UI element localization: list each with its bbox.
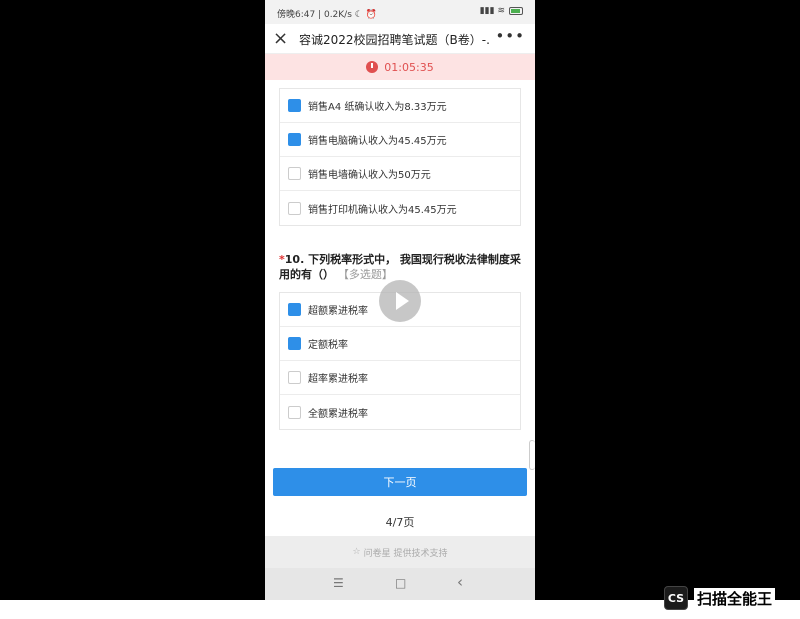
option-item[interactable]: 销售电脑确认收入为45.45万元 <box>280 123 520 157</box>
checkbox[interactable] <box>288 167 301 180</box>
option-item[interactable]: 销售A4 纸确认收入为8.33万元 <box>280 89 520 123</box>
checkbox[interactable] <box>288 371 301 384</box>
page-title: 容诚2022校园招聘笔试题（B卷）-... <box>299 33 489 47</box>
question-title: *10. 下列税率形式中， 我国现行税收法律制度采用的有（） 【多选题】 <box>279 252 525 282</box>
battery-icon <box>509 7 523 15</box>
star-icon: ☆ <box>352 547 361 557</box>
option-item[interactable]: 全额累进税率 <box>280 395 520 429</box>
question-text: 10. 下列税率形式中， 我国现行税收法律制度采用的有（） <box>279 253 521 281</box>
camscanner-logo-icon: CS <box>664 586 688 610</box>
status-icons: ▮▮▮ ≋ <box>480 6 523 16</box>
close-icon[interactable]: × <box>273 28 288 50</box>
countdown-timer: 01:05:35 <box>265 54 535 80</box>
option-label: 销售电墙确认收入为50万元 <box>308 170 431 181</box>
status-bar: 傍晚6:47 | 0.2K/s ☾ ⏰ ▮▮▮ ≋ <box>265 0 535 24</box>
title-bar: × 容诚2022校园招聘笔试题（B卷）-... ••• <box>265 24 535 54</box>
watermark-text: 扫描全能王 <box>694 587 776 609</box>
option-label: 销售电脑确认收入为45.45万元 <box>308 136 447 147</box>
page-counter: 4/7页 <box>385 516 415 529</box>
option-label: 销售A4 纸确认收入为8.33万元 <box>308 102 447 113</box>
timer-icon <box>366 61 379 73</box>
question-type-tag: 【多选题】 <box>337 268 393 281</box>
play-icon[interactable] <box>379 280 421 322</box>
checkbox[interactable] <box>288 405 301 419</box>
system-nav-bar: ☰ □ ‹ <box>265 568 535 600</box>
checkbox-checked[interactable] <box>288 133 301 146</box>
footer: ☆ 问卷星 提供技术支持 <box>265 536 535 568</box>
option-item[interactable]: 定额税率 <box>280 327 520 361</box>
more-options-icon[interactable]: ••• <box>495 27 525 45</box>
option-item[interactable]: 超率累进税率 <box>280 361 520 395</box>
option-label: 超额累进税率 <box>308 306 368 317</box>
footer-text: 问卷星 提供技术支持 <box>363 548 448 559</box>
option-label: 定额税率 <box>308 340 348 351</box>
menu-icon[interactable]: ☰ <box>333 576 344 590</box>
checkbox-checked[interactable] <box>288 99 301 112</box>
checkbox-checked[interactable] <box>288 337 301 350</box>
next-page-button[interactable]: 下一页 <box>273 468 527 496</box>
checkbox-checked[interactable] <box>288 303 301 316</box>
status-time: 傍晚6:47 | 0.2K/s ☾ ⏰ <box>277 10 377 20</box>
screen-recording: 傍晚6:47 | 0.2K/s ☾ ⏰ ▮▮▮ ≋ × 容诚2022校园招聘笔试… <box>0 0 800 600</box>
option-item[interactable]: 销售电墙确认收入为50万元 <box>280 157 520 191</box>
option-label: 销售打印机确认收入为45.45万元 <box>308 204 457 216</box>
home-icon[interactable]: □ <box>395 576 406 590</box>
signal-wifi-icon: ▮▮▮ ≋ <box>479 6 505 16</box>
phone-screen: 傍晚6:47 | 0.2K/s ☾ ⏰ ▮▮▮ ≋ × 容诚2022校园招聘笔试… <box>265 0 535 600</box>
prev-question-options: 销售A4 纸确认收入为8.33万元 销售电脑确认收入为45.45万元 销售电墙确… <box>279 88 521 226</box>
timer-value: 01:05:35 <box>384 60 434 74</box>
scanner-watermark: CS 扫描全能王 <box>664 585 776 611</box>
option-label: 超率累进税率 <box>308 374 368 385</box>
checkbox[interactable] <box>288 201 301 215</box>
edge-swipe-handle[interactable] <box>529 440 535 470</box>
back-icon[interactable]: ‹ <box>457 573 463 591</box>
option-label: 全额累进税率 <box>308 408 368 420</box>
option-item[interactable]: 销售打印机确认收入为45.45万元 <box>280 191 520 225</box>
